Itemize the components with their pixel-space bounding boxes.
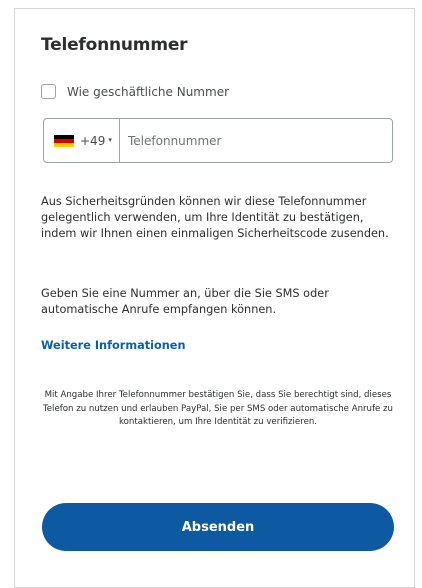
business-number-checkbox[interactable] <box>41 84 56 99</box>
submit-button[interactable]: Absenden <box>42 503 394 551</box>
security-info-text: Aus Sicherheitsgründen können wir diese … <box>41 195 389 240</box>
form-title: Telefonnummer <box>41 35 188 55</box>
phone-number-input[interactable] <box>120 119 392 162</box>
business-number-checkbox-row[interactable]: Wie geschäftliche Nummer <box>41 84 229 99</box>
more-info-link[interactable]: Weitere Informationen <box>41 339 186 352</box>
phone-number-field: +49 ▾ <box>43 118 393 163</box>
chevron-down-icon: ▾ <box>108 136 112 144</box>
country-code-select[interactable]: +49 ▾ <box>44 119 120 162</box>
business-number-label[interactable]: Wie geschäftliche Nummer <box>67 85 229 99</box>
germany-flag-icon <box>54 134 74 147</box>
country-code: +49 <box>80 133 106 148</box>
legal-consent-text: Mit Angabe Ihrer Telefonnummer bestätige… <box>42 390 394 427</box>
sms-info-text: Geben Sie eine Nummer an, über die Sie S… <box>41 287 329 316</box>
phone-form-card: Telefonnummer Wie geschäftliche Nummer +… <box>14 8 415 588</box>
